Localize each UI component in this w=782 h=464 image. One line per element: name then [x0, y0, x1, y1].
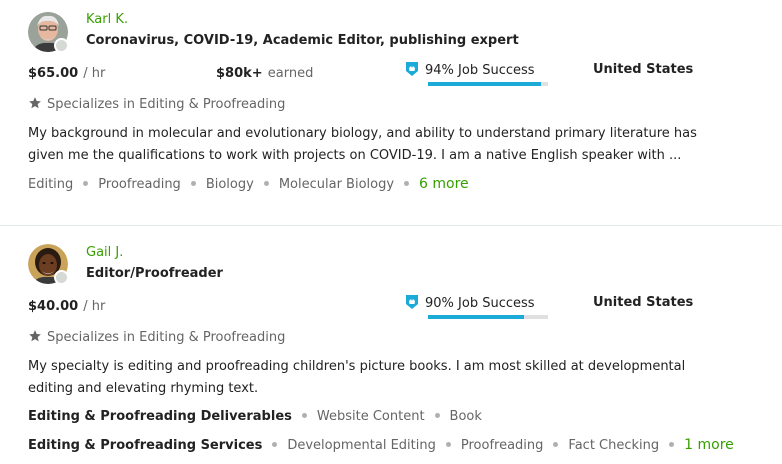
job-success: 90% Job Success	[405, 294, 535, 311]
job-success: 94% Job Success	[405, 61, 535, 78]
deliverables-list: Editing & Proofreading Deliverables Websi…	[28, 409, 482, 424]
separator-dot	[404, 181, 410, 186]
freelancer-name[interactable]: Karl K.	[86, 12, 128, 27]
avatar[interactable]	[28, 12, 69, 53]
rate-unit: / hr	[83, 299, 106, 314]
job-success-text: 90% Job Success	[425, 296, 535, 311]
country: United States	[593, 295, 694, 310]
separator-dot	[301, 413, 307, 418]
separator-dot	[553, 442, 559, 447]
freelancer-title: Editor/Proofreader	[86, 266, 223, 281]
separator-dot	[445, 442, 451, 447]
job-success-badge-icon	[406, 295, 418, 309]
specializes-line: Specializes in Editing & Proofreading	[28, 96, 285, 112]
service-tag[interactable]: Fact Checking	[568, 438, 659, 453]
skills-list: Editing Proofreading Biology Molecular Biol…	[28, 176, 469, 192]
separator-dot	[190, 181, 196, 186]
freelancer-title: Coronavirus, COVID-19, Academic Editor, …	[86, 33, 519, 48]
specializes-text: Specializes in Editing & Proofreading	[47, 330, 286, 345]
rate-value: $65.00	[28, 66, 79, 81]
country: United States	[593, 62, 694, 77]
separator-dot	[272, 442, 278, 447]
job-success-bar	[428, 315, 548, 319]
separator-dot	[83, 181, 89, 186]
freelancer-name[interactable]: Gail J.	[86, 245, 123, 260]
services-list: Editing & Proofreading Services Developme…	[28, 437, 734, 453]
more-services-link[interactable]: 1 more	[684, 437, 734, 453]
star-icon	[29, 97, 41, 109]
rate-unit: / hr	[83, 66, 106, 81]
star-icon	[29, 330, 41, 342]
job-success-bar-fill	[428, 315, 524, 319]
separator-dot	[263, 181, 269, 186]
freelancer-card[interactable]: Gail J. Editor/Proofreader $40.00 / hr 9…	[0, 226, 782, 464]
service-tag[interactable]: Proofreading	[461, 438, 544, 453]
skill-tag[interactable]: Proofreading	[98, 177, 181, 192]
freelancer-card[interactable]: Karl K. Coronavirus, COVID-19, Academic …	[0, 0, 782, 226]
hourly-rate: $65.00 / hr	[28, 62, 105, 81]
deliverables-label: Editing & Proofreading Deliverables	[28, 409, 292, 424]
description-line: given me the qualifications to work with…	[28, 148, 682, 163]
description-line: My specialty is editing and proofreading…	[28, 359, 686, 374]
earned-label: earned	[267, 66, 314, 81]
avatar[interactable]	[28, 244, 69, 285]
separator-dot	[669, 442, 675, 447]
specializes-line: Specializes in Editing & Proofreading	[28, 329, 285, 345]
skill-tag[interactable]: Biology	[206, 177, 254, 192]
specializes-text: Specializes in Editing & Proofreading	[47, 97, 286, 112]
deliverable-tag[interactable]: Book	[450, 409, 482, 424]
more-skills-link[interactable]: 6 more	[419, 176, 469, 192]
description[interactable]: My specialty is editing and proofreading…	[28, 356, 748, 400]
service-tag[interactable]: Developmental Editing	[287, 438, 436, 453]
online-status-dot	[54, 38, 69, 53]
online-status-dot	[54, 270, 69, 285]
skill-tag[interactable]: Editing	[28, 177, 73, 192]
rate-value: $40.00	[28, 299, 79, 314]
job-success-bar-fill	[428, 82, 541, 86]
deliverable-tag[interactable]: Website Content	[317, 409, 425, 424]
hourly-rate: $40.00 / hr	[28, 295, 105, 314]
job-success-badge-icon	[406, 62, 418, 76]
description-line: My background in molecular and evolution…	[28, 126, 697, 141]
job-success-bar	[428, 82, 548, 86]
earned-amount: $80k+	[216, 66, 263, 81]
services-label: Editing & Proofreading Services	[28, 438, 263, 453]
description-line: editing and elevating rhyming text.	[28, 381, 259, 396]
job-success-text: 94% Job Success	[425, 63, 535, 78]
description[interactable]: My background in molecular and evolution…	[28, 123, 748, 167]
skill-tag[interactable]: Molecular Biology	[279, 177, 394, 192]
total-earned: $80k+ earned	[216, 62, 313, 81]
separator-dot	[434, 413, 440, 418]
